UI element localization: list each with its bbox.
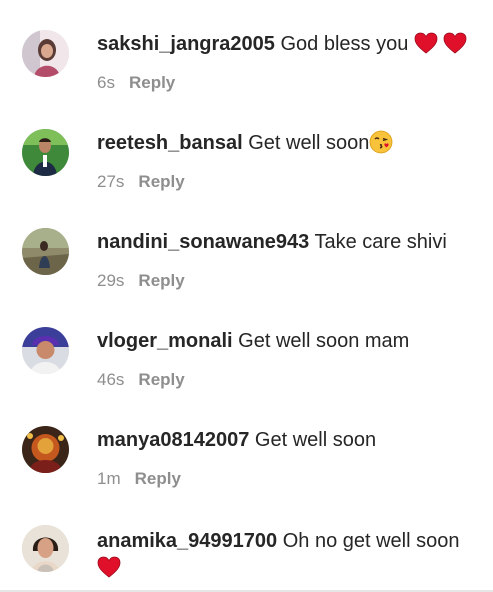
reply-button[interactable]: Reply [138,271,184,290]
comment-body: Get well soon [248,132,370,154]
comment-meta: 29s Reply [97,270,185,292]
avatar[interactable] [22,426,69,473]
comment-time: 46s [97,370,125,389]
reply-button[interactable]: Reply [129,73,175,92]
comment-text-line: sakshi_jangra2005 God bless you [97,31,479,57]
red-heart-icon [444,32,467,54]
red-heart-icon [97,556,121,578]
comment-text-line: vloger_monali Get well soon mam [97,328,479,354]
comment-text-line-continued [97,555,479,581]
comment-time: 27s [97,172,125,191]
comment-username[interactable]: nandini_sonawane943 [97,231,309,253]
comment-body: God bless you [280,33,409,55]
comment-text-line: anamika_94991700 Oh no get well soon [97,528,479,554]
comment-body: Take care shivi [314,231,447,253]
comment-text-line: nandini_sonawane943 Take care shivi [97,229,479,255]
comment-meta: 1m Reply [97,468,181,490]
red-heart-icon [414,32,438,54]
comment-username[interactable]: sakshi_jangra2005 [97,33,275,55]
comment-text-line: reetesh_bansal Get well soon [97,130,479,156]
comment-username[interactable]: vloger_monali [97,330,233,352]
comment-time: 6s [97,73,115,92]
avatar[interactable] [22,525,69,572]
comment-meta: 46s Reply [97,369,185,391]
comment-body: Oh no get well soon [282,530,460,552]
comment-username[interactable]: anamika_94991700 [97,530,277,552]
reply-button[interactable]: Reply [135,469,181,488]
comment-body: Get well soon mam [238,330,410,352]
comment-text-line: manya08142007 Get well soon [97,427,479,453]
face-blowing-kiss-icon [369,130,393,154]
reply-button[interactable]: Reply [138,370,184,389]
comment-time: 1m [97,469,121,488]
reply-button[interactable]: Reply [138,172,184,191]
avatar[interactable] [22,327,69,374]
comment-username[interactable]: reetesh_bansal [97,132,243,154]
comment-username[interactable]: manya08142007 [97,429,249,451]
avatar[interactable] [22,228,69,275]
avatar[interactable] [22,30,69,77]
avatar[interactable] [22,129,69,176]
comment-meta: 6s Reply [97,72,175,94]
comment-time: 29s [97,271,125,290]
comment-meta: 27s Reply [97,171,185,193]
comment-body: Get well soon [254,429,377,451]
